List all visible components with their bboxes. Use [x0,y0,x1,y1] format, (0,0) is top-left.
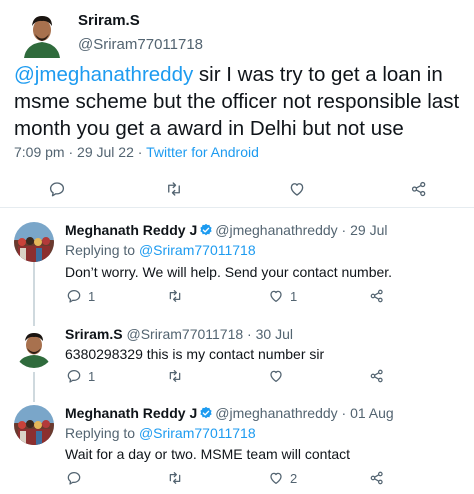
reply-author-avatar[interactable] [14,405,54,445]
like-count: 1 [290,288,298,304]
reply-author-name[interactable]: Meghanath Reddy J [65,405,197,421]
reply-author-name[interactable]: Meghanath Reddy J [65,222,197,238]
main-tweet-text: @jmeghanathreddy sir I was try to get a … [14,61,472,142]
like-count: 2 [290,470,298,486]
main-share-button[interactable] [410,180,428,198]
retweet-button[interactable] [167,470,183,486]
main-author-name[interactable]: Sriram.S [78,12,140,29]
like-button[interactable]: 2 [268,470,297,486]
share-icon [410,180,428,198]
reply-author-avatar[interactable] [14,328,54,368]
main-tweet-divider [0,207,474,208]
reply-author-handle[interactable]: @jmeghanathreddy [215,405,337,421]
verified-badge-icon [199,406,213,420]
reply-count: 1 [88,368,96,384]
main-author-handle[interactable]: @Sriram77011718 [78,36,203,53]
like-icon [288,180,306,198]
reply-button[interactable]: 1 [66,288,95,304]
retweet-button[interactable] [167,368,183,384]
like-button[interactable] [268,368,290,384]
replying-to-handle-link[interactable]: @Sriram77011718 [139,425,256,441]
reply-button[interactable]: 1 [66,368,95,384]
mention-link[interactable]: @jmeghanathreddy [14,63,193,86]
share-button[interactable] [369,368,385,384]
reply-date[interactable]: 30 Jul [256,326,293,342]
reply-count: 1 [88,288,96,304]
retweet-icon [167,288,183,304]
retweet-icon [165,180,183,198]
share-icon [369,470,385,486]
like-icon [268,470,284,486]
main-tweet-meta: 7:09 pm · 29 Jul 22 · Twitter for Androi… [14,144,259,160]
reply-icon [48,180,66,198]
reply-author-avatar[interactable] [14,222,54,262]
replying-to-line: Replying to @Sriram77011718 [65,242,256,258]
retweet-icon [167,368,183,384]
reply-text: Wait for a day or two. MSME team will co… [65,446,351,462]
reply-date[interactable]: 01 Aug [350,405,394,421]
replying-to-handle-link[interactable]: @Sriram77011718 [139,242,256,258]
like-button[interactable]: 1 [268,288,297,304]
share-button[interactable] [369,470,385,486]
tweet-time[interactable]: 7:09 pm [14,144,65,160]
reply-author-handle[interactable]: @jmeghanathreddy [215,222,337,238]
main-like-button[interactable] [288,180,306,198]
reply-icon [66,470,82,486]
tweet-date[interactable]: 29 Jul 22 [77,144,134,160]
reply-button[interactable] [66,470,88,486]
replying-to-line: Replying to @Sriram77011718 [65,425,256,441]
share-button[interactable] [369,288,385,304]
thread-line [33,262,35,326]
reply-author-line: Sriram.S @Sriram77011718 · 30 Jul [65,326,293,342]
retweet-icon [167,470,183,486]
like-icon [268,288,284,304]
reply-author-handle[interactable]: @Sriram77011718 [126,326,243,342]
thread-line [33,372,35,402]
share-icon [369,368,385,384]
share-icon [369,288,385,304]
retweet-button[interactable] [167,288,183,304]
main-retweet-button[interactable] [165,180,183,198]
main-author-avatar[interactable] [20,10,64,58]
reply-author-line: Meghanath Reddy J @jmeghanathreddy · 29 J… [65,222,388,238]
like-icon [268,368,284,384]
reply-author-name[interactable]: Sriram.S [65,326,123,342]
reply-icon [66,288,82,304]
tweet-source-link[interactable]: Twitter for Android [146,144,259,160]
reply-icon [66,368,82,384]
reply-text: 6380298329 this is my contact number sir [65,346,325,362]
reply-date[interactable]: 29 Jul [350,222,387,238]
reply-text: Don’t worry. We will help. Send your con… [65,264,393,280]
reply-author-line: Meghanath Reddy J @jmeghanathreddy · 01 A… [65,405,394,421]
verified-badge-icon [199,223,213,237]
main-reply-button[interactable] [48,180,66,198]
